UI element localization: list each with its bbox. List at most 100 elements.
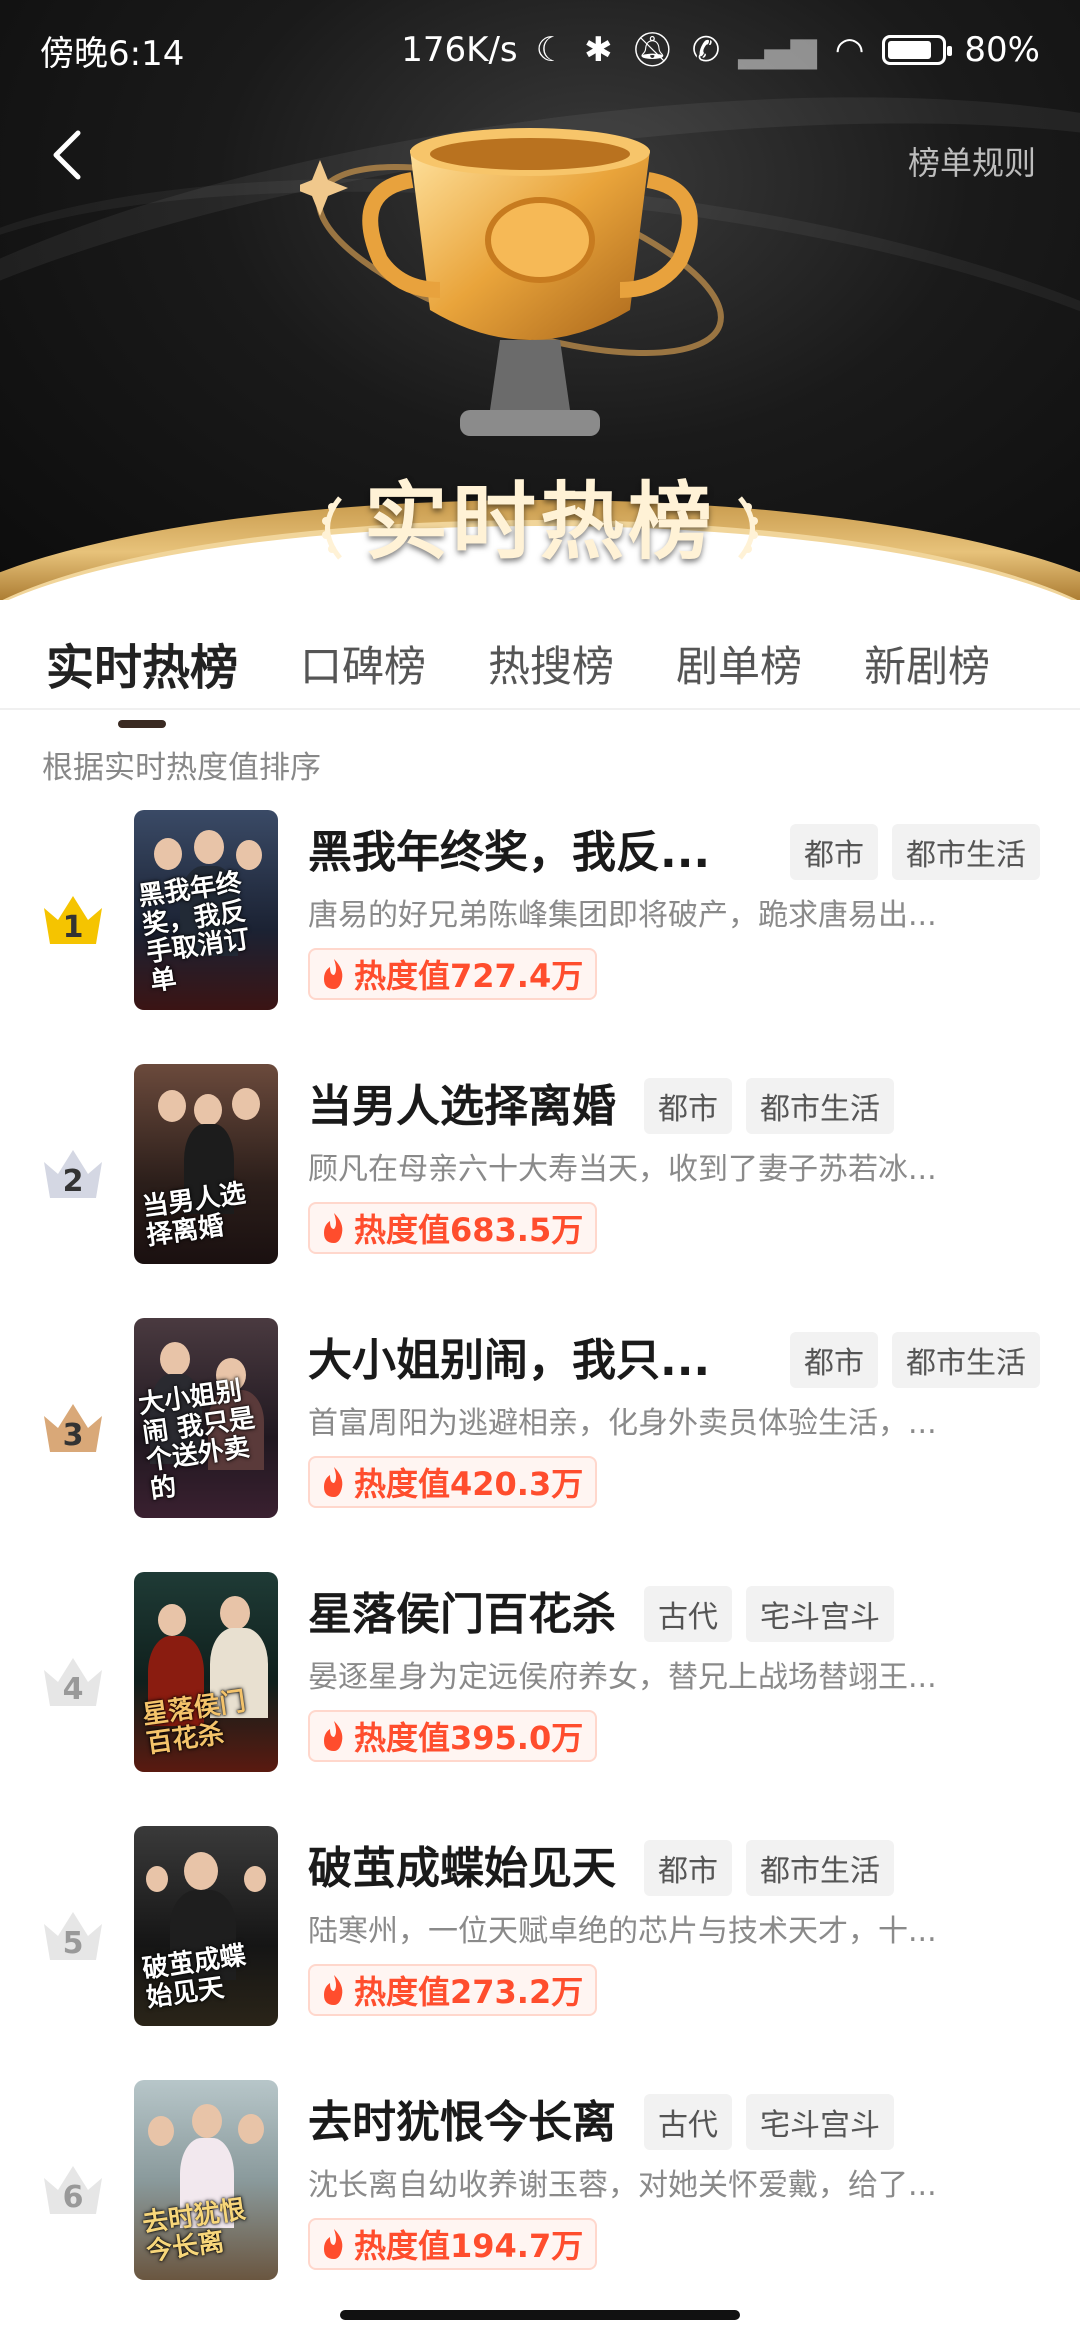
heat-badge: 热度值727.4万 (308, 948, 598, 1000)
status-bar: 傍晚6:14 176K/s ☾ ✱ 🔕︎ ✆ ▂▄▆ ◠ 80% (0, 0, 1080, 100)
genre-tag[interactable]: 都市生活 (746, 1840, 894, 1896)
home-indicator-bar[interactable] (340, 2310, 740, 2320)
trophy-icon (300, 128, 724, 436)
drama-cover[interactable]: 大小姐别闹 我只是个送外卖的 (134, 1318, 278, 1518)
heat-badge: 热度值420.3万 (308, 1456, 598, 1508)
flame-icon (324, 2229, 343, 2259)
genre-tag[interactable]: 都市生活 (746, 1078, 894, 1134)
drama-title[interactable]: 破茧成蝶始见天 (308, 1832, 616, 1896)
drama-title[interactable]: 去时犹恨今长离 (308, 2086, 616, 2150)
genre-tag[interactable]: 都市 (644, 1840, 732, 1896)
genre-tag[interactable]: 都市生活 (892, 824, 1040, 880)
list-item[interactable]: 2 当男人选择离婚 当男人选择离婚 都市 都市生活 顾凡在母亲六十大寿当天，收到… (0, 1064, 1080, 1318)
drama-description: 首富周阳为逃避相亲，化身外卖员体验生活，... (308, 1406, 937, 1441)
mute-bell-icon: 🔕︎ (630, 30, 674, 70)
list-item[interactable]: 3 大小姐别闹 我只是个送外卖的 大小姐别闹，我只... 都市 都市生活 首富周… (0, 1318, 1080, 1572)
genre-tag[interactable]: 古代 (644, 1586, 732, 1642)
heat-badge: 热度值395.0万 (308, 1710, 598, 1762)
network-speed: 176K/s (401, 30, 518, 70)
call-icon: ✆ (691, 30, 721, 70)
drama-description: 陆寒州，一位天赋卓绝的芯片与技术天才，十... (308, 1914, 937, 1949)
tab-label: 剧单榜 (676, 641, 803, 691)
sort-note: 根据实时热度值排序 (42, 750, 321, 786)
drama-title[interactable]: 黑我年终奖，我反... (308, 816, 710, 880)
laurel-left-icon (321, 496, 342, 560)
drama-cover[interactable]: 星落侯门百花杀 (134, 1572, 278, 1772)
cover-text: 黑我年终奖，我反手取消订单 (136, 867, 252, 997)
heat-badge: 热度值194.7万 (308, 2218, 598, 2270)
flame-icon (324, 1467, 343, 1497)
back-arrow-icon[interactable] (44, 125, 94, 185)
hero-title: 实时热榜 (363, 473, 716, 571)
heat-value: 热度值395.0万 (354, 1719, 584, 1757)
drama-description: 晏逐星身为定远侯府养女，替兄上战场替翊王... (308, 1660, 937, 1695)
heat-badge: 热度值683.5万 (308, 1202, 598, 1254)
tab-realtime-hot[interactable]: 实时热榜 (46, 628, 239, 728)
flame-icon (324, 1213, 343, 1243)
heat-value: 热度值273.2万 (354, 1973, 584, 2011)
active-tab-indicator (118, 720, 166, 728)
drama-cover[interactable]: 破茧成蝶始见天 (134, 1826, 278, 2026)
battery-icon (882, 35, 953, 65)
heat-value: 热度值420.3万 (354, 1465, 584, 1503)
rank-number: 4 (62, 1672, 84, 1707)
tab-playlist[interactable]: 剧单榜 (676, 633, 802, 694)
drama-tags: 都市 都市生活 (790, 1332, 1040, 1388)
tab-reputation[interactable]: 口碑榜 (300, 633, 426, 694)
drama-tags: 都市 都市生活 (644, 1840, 894, 1896)
tab-new-drama[interactable]: 新剧榜 (864, 633, 990, 694)
tab-label: 口碑榜 (300, 641, 427, 691)
list-item[interactable]: 4 星落侯门百花杀 星落侯门百花杀 古代 宅斗宫斗 晏逐星身为定远侯府养女，替兄… (0, 1572, 1080, 1826)
rules-link[interactable]: 榜单规则 (908, 138, 1036, 184)
tabs-divider (0, 708, 1080, 710)
tab-hot-search[interactable]: 热搜榜 (488, 633, 614, 694)
genre-tag[interactable]: 都市 (790, 1332, 878, 1388)
laurel-right-icon (738, 496, 758, 560)
genre-tag[interactable]: 都市 (644, 1078, 732, 1134)
list-item[interactable]: 6 去时犹恨今长离 去时犹恨今长离 古代 宅斗宫斗 沈长离自幼收养谢玉蓉，对她关… (0, 2080, 1080, 2334)
tab-label: 热搜榜 (488, 641, 615, 691)
signal-icon: ▂▄▆ (738, 30, 817, 70)
drama-description: 顾凡在母亲六十大寿当天，收到了妻子苏若冰... (308, 1152, 937, 1187)
drama-cover[interactable]: 当男人选择离婚 (134, 1064, 278, 1264)
cover-text: 破茧成蝶始见天 (140, 1940, 248, 2013)
drama-title[interactable]: 星落侯门百花杀 (308, 1578, 616, 1642)
drama-tags: 都市 都市生活 (790, 824, 1040, 880)
hero-banner: 傍晚6:14 176K/s ☾ ✱ 🔕︎ ✆ ▂▄▆ ◠ 80% 榜单规则 实时… (0, 0, 1080, 600)
drama-description: 唐易的好兄弟陈峰集团即将破产，跪求唐易出... (308, 898, 937, 933)
flame-icon (324, 1975, 343, 2005)
heat-value: 热度值727.4万 (354, 957, 584, 995)
status-time: 傍晚6:14 (40, 33, 185, 74)
ranking-list: 1 黑我年终奖，我反手取消订单 黑我年终奖，我反... 都市 都市生活 唐易的好… (0, 810, 1080, 2334)
drama-title[interactable]: 当男人选择离婚 (308, 1070, 616, 1134)
list-item[interactable]: 5 破茧成蝶始见天 破茧成蝶始见天 都市 都市生活 陆寒州，一位天赋卓绝的芯片与… (0, 1826, 1080, 2080)
cover-text: 去时犹恨今长离 (140, 2194, 248, 2267)
drama-cover[interactable]: 黑我年终奖，我反手取消订单 (134, 810, 278, 1010)
status-indicators: 176K/s ☾ ✱ 🔕︎ ✆ ▂▄▆ ◠ 80% (401, 30, 1040, 70)
drama-title[interactable]: 大小姐别闹，我只... (308, 1324, 710, 1388)
hero-title-block: 实时热榜 (0, 455, 1080, 576)
drama-cover[interactable]: 去时犹恨今长离 (134, 2080, 278, 2280)
drama-tags: 古代 宅斗宫斗 (644, 2094, 894, 2150)
rank-number: 1 (62, 910, 84, 945)
ranking-tabs: 实时热榜 口碑榜 热搜榜 剧单榜 新剧榜 (0, 618, 1080, 728)
heat-badge: 热度值273.2万 (308, 1964, 598, 2016)
wifi-icon: ◠ (834, 30, 865, 70)
genre-tag[interactable]: 都市生活 (892, 1332, 1040, 1388)
genre-tag[interactable]: 宅斗宫斗 (746, 1586, 894, 1642)
rank-number: 5 (62, 1926, 84, 1961)
rank-number: 3 (62, 1418, 84, 1453)
genre-tag[interactable]: 都市 (790, 824, 878, 880)
rank-number: 6 (62, 2180, 84, 2215)
battery-level: 80% (964, 30, 1040, 70)
list-item[interactable]: 1 黑我年终奖，我反手取消订单 黑我年终奖，我反... 都市 都市生活 唐易的好… (0, 810, 1080, 1064)
drama-tags: 都市 都市生活 (644, 1078, 894, 1134)
tab-label: 实时热榜 (46, 640, 239, 696)
genre-tag[interactable]: 宅斗宫斗 (746, 2094, 894, 2150)
genre-tag[interactable]: 古代 (644, 2094, 732, 2150)
cover-text: 大小姐别闹 我只是个送外卖的 (136, 1375, 257, 1505)
heat-value: 热度值194.7万 (354, 2227, 584, 2265)
moon-icon: ☾ (535, 30, 567, 70)
cover-text: 当男人选择离婚 (140, 1178, 248, 1251)
flame-icon (324, 959, 343, 989)
